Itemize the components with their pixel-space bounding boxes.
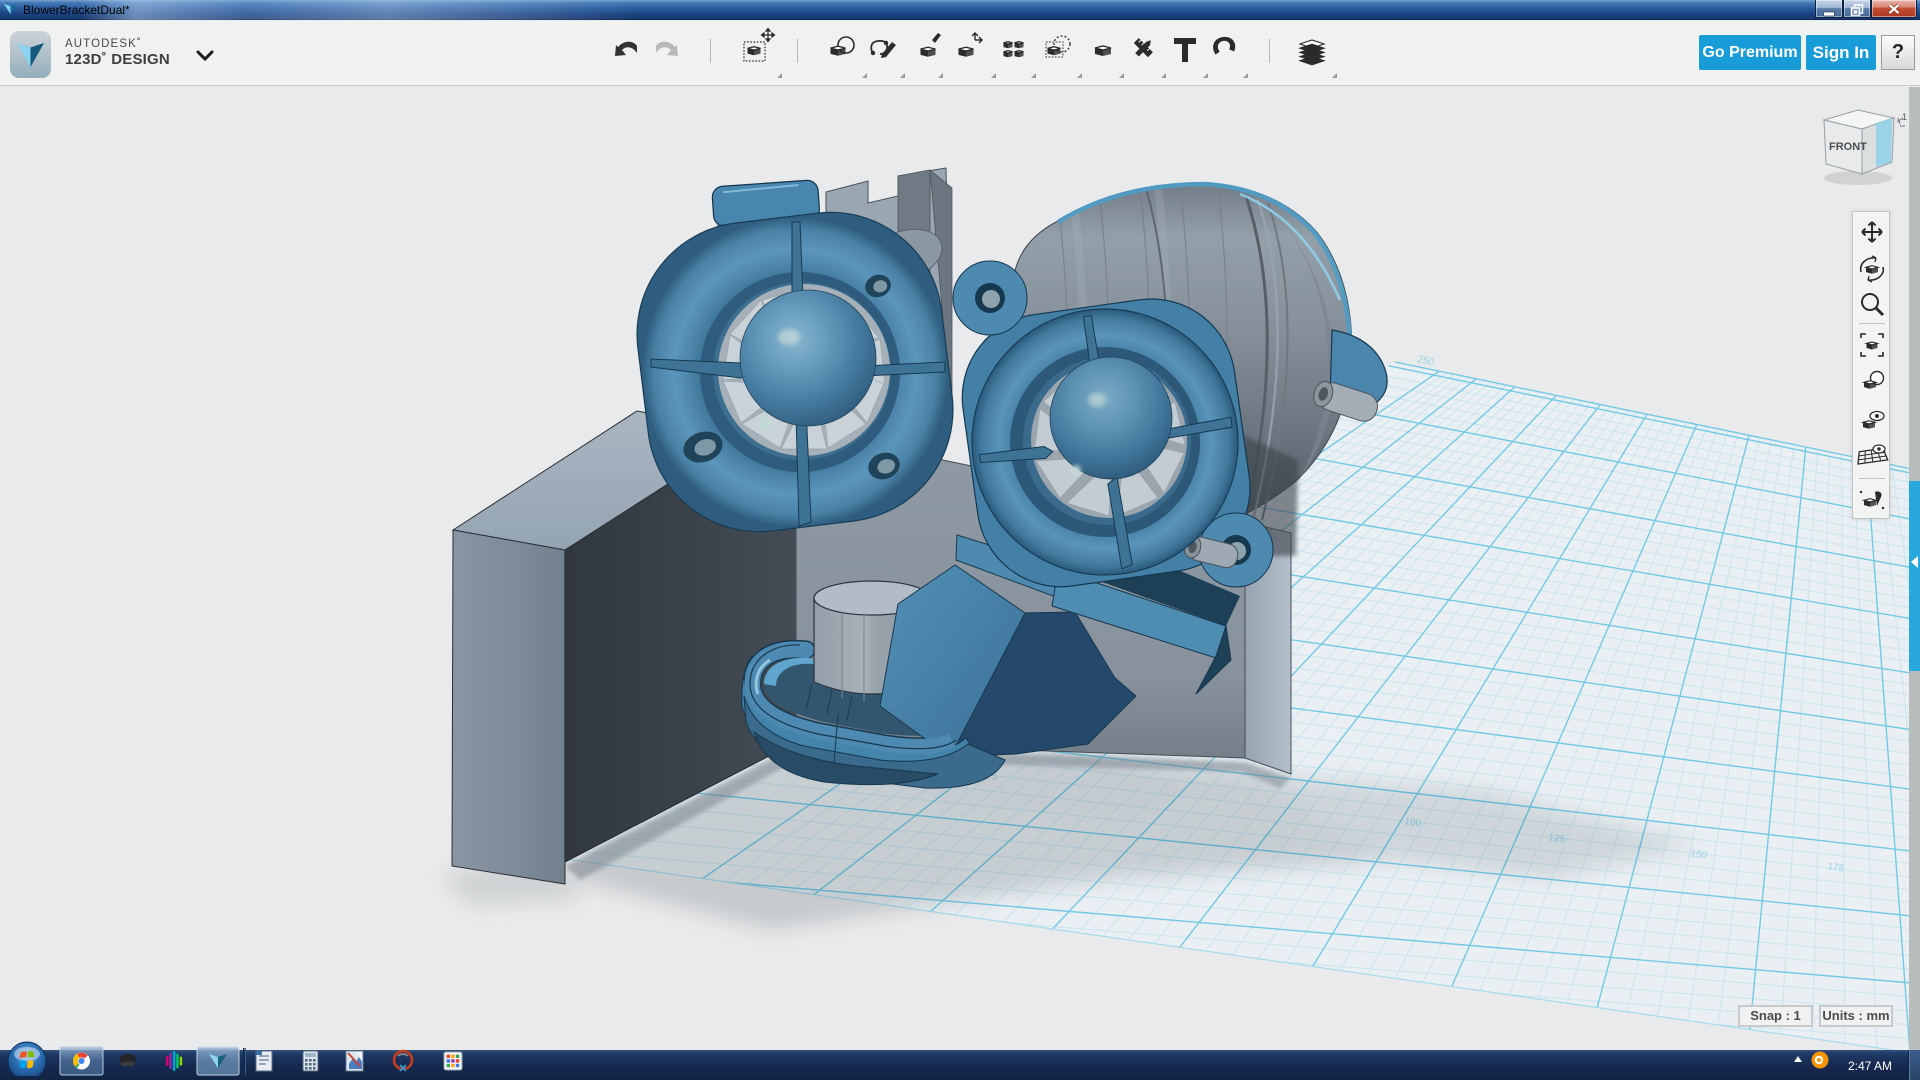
svg-text:FRONT: FRONT: [1829, 141, 1867, 153]
svg-text:1: 1: [1902, 112, 1907, 122]
